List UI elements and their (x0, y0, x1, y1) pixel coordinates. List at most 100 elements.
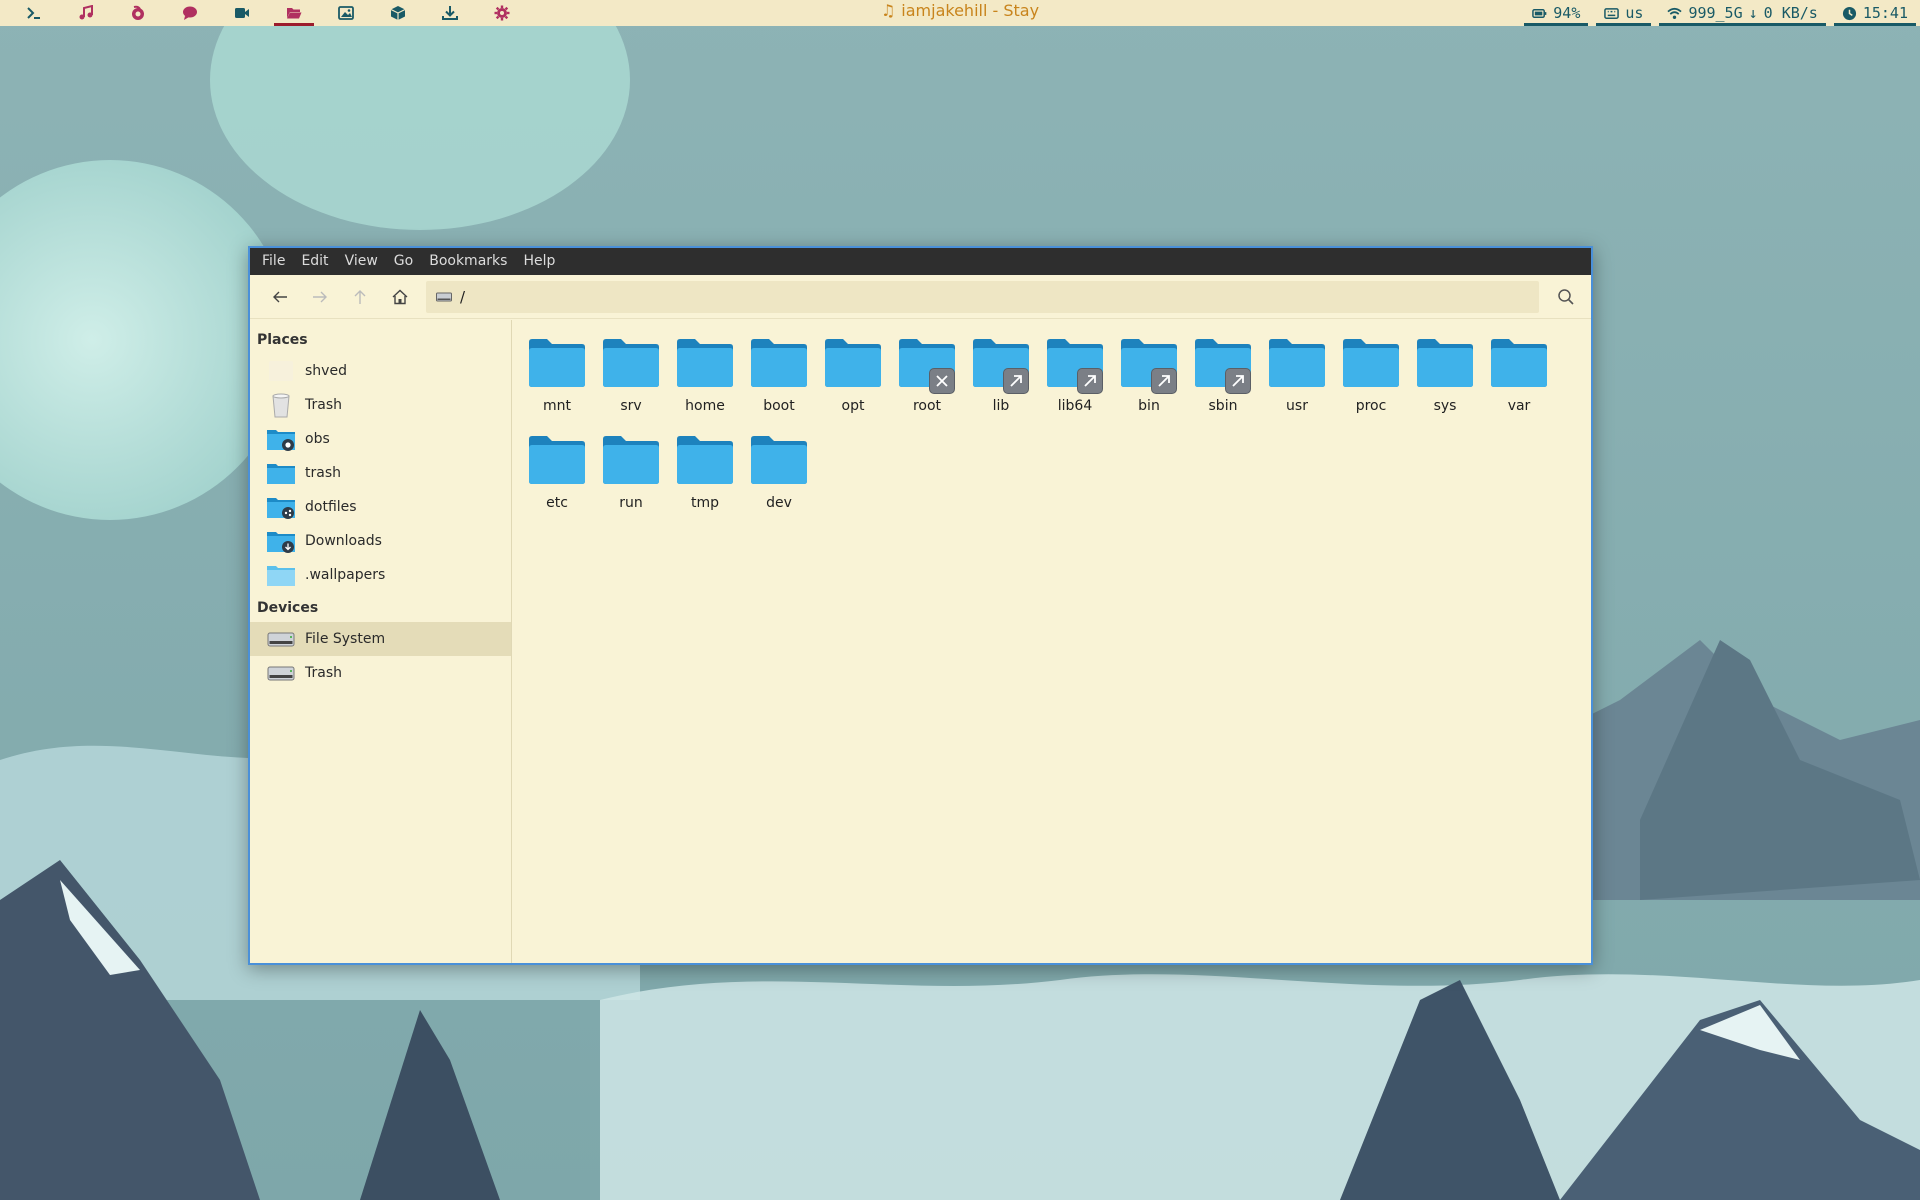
location-bar[interactable]: / (426, 280, 1539, 313)
file-icon (527, 433, 587, 487)
file-item-run[interactable]: run (594, 429, 668, 526)
file-label: usr (1286, 398, 1308, 414)
file-item-usr[interactable]: usr (1260, 332, 1334, 429)
keyboard-icon (1604, 7, 1620, 19)
music-note-icon: ♫ (880, 1, 896, 20)
files-launcher[interactable] (268, 0, 320, 26)
up-button[interactable] (340, 281, 380, 313)
download-launcher[interactable] (424, 0, 476, 26)
home-button[interactable] (380, 281, 420, 313)
package-launcher[interactable] (372, 0, 424, 26)
file-item-srv[interactable]: srv (594, 332, 668, 429)
search-button[interactable] (1549, 281, 1583, 313)
home-folder-icon (269, 361, 293, 381)
image-launcher[interactable] (320, 0, 372, 26)
trash-icon (272, 393, 290, 418)
location-path: / (460, 287, 466, 306)
menu-view[interactable]: View (337, 248, 386, 275)
menu-help[interactable]: Help (515, 248, 563, 275)
forward-button[interactable] (300, 281, 340, 313)
sidebar-item-label: Trash (305, 397, 342, 413)
sidebar-item-trash-device[interactable]: Trash (250, 656, 511, 690)
launcher-bar (8, 0, 528, 26)
file-item-var[interactable]: var (1482, 332, 1556, 429)
back-button[interactable] (260, 281, 300, 313)
sidebar-item-downloads[interactable]: Downloads (250, 524, 511, 558)
chat-launcher[interactable] (164, 0, 216, 26)
arrow-up-icon (354, 289, 366, 304)
folder-icon (677, 339, 733, 387)
video-icon (235, 8, 249, 18)
file-item-lib[interactable]: lib (964, 332, 1038, 429)
sidebar-item-dotfiles[interactable]: dotfiles (250, 490, 511, 524)
folder-icon (1269, 339, 1325, 387)
folder-icon (1343, 339, 1399, 387)
file-view: mnt srv home boot opt root lib lib64 bin sbin usr p… (512, 320, 1591, 963)
music-icon (79, 5, 93, 20)
file-label: lib64 (1057, 398, 1093, 414)
places-heading: Places (257, 332, 308, 348)
chat-icon (183, 6, 197, 20)
sidebar-item-obs[interactable]: obs (250, 422, 511, 456)
file-icon (749, 433, 809, 487)
file-item-proc[interactable]: proc (1334, 332, 1408, 429)
folder-icon (751, 339, 807, 387)
sidebar: Places shved Trash obs trash dotfiles Do… (250, 320, 512, 963)
file-item-opt[interactable]: opt (816, 332, 890, 429)
file-item-dev[interactable]: dev (742, 429, 816, 526)
file-item-sbin[interactable]: sbin (1186, 332, 1260, 429)
browser-launcher[interactable] (112, 0, 164, 26)
menu-go[interactable]: Go (386, 248, 421, 275)
file-item-tmp[interactable]: tmp (668, 429, 742, 526)
sidebar-item-label: dotfiles (305, 499, 357, 515)
menu-bookmarks[interactable]: Bookmarks (421, 248, 515, 275)
sidebar-item-file-system[interactable]: File System (250, 622, 511, 656)
file-item-boot[interactable]: boot (742, 332, 816, 429)
arrow-left-icon (273, 291, 287, 302)
folder-icon (825, 339, 881, 387)
file-label: proc (1355, 398, 1387, 414)
music-launcher[interactable] (60, 0, 112, 26)
file-label: var (1507, 398, 1531, 414)
file-icon (897, 336, 957, 394)
sidebar-item-shved[interactable]: shved (250, 354, 511, 388)
drive-icon (267, 666, 295, 681)
image-icon (338, 6, 354, 20)
top-panel: ♫ iamjakehill - Stay 94% us 999_5G ↓ 0 KB… (0, 0, 1920, 26)
settings-launcher[interactable] (476, 0, 528, 26)
file-item-sys[interactable]: sys (1408, 332, 1482, 429)
file-item-lib64[interactable]: lib64 (1038, 332, 1112, 429)
browser-icon (132, 5, 144, 20)
keyboard-module[interactable]: us (1592, 0, 1655, 26)
wifi-module[interactable]: 999_5G ↓ 0 KB/s (1655, 0, 1829, 26)
folder-icon (603, 339, 659, 387)
battery-module[interactable]: 94% (1520, 0, 1592, 26)
locked-emblem (929, 368, 955, 394)
unreadable-x-icon (936, 375, 948, 387)
file-item-home[interactable]: home (668, 332, 742, 429)
video-launcher[interactable] (216, 0, 268, 26)
sidebar-item-label: Trash (305, 665, 342, 681)
clock-module[interactable]: 15:41 (1830, 0, 1920, 26)
battery-level: 94% (1553, 4, 1581, 22)
sidebar-item-wallpapers[interactable]: .wallpapers (250, 558, 511, 592)
sidebar-item-label: .wallpapers (305, 567, 386, 583)
file-item-etc[interactable]: etc (520, 429, 594, 526)
symlink-emblem (1077, 368, 1103, 394)
symlink-emblem (1151, 368, 1177, 394)
file-icon (1489, 336, 1549, 390)
file-item-root[interactable]: root (890, 332, 964, 429)
symlink-emblem (1225, 368, 1251, 394)
sidebar-item-trash[interactable]: Trash (250, 388, 511, 422)
file-item-mnt[interactable]: mnt (520, 332, 594, 429)
package-icon (390, 6, 406, 20)
sidebar-item-trash-folder[interactable]: trash (250, 456, 511, 490)
file-label: sbin (1208, 398, 1238, 414)
symlink-emblem (1003, 368, 1029, 394)
file-item-bin[interactable]: bin (1112, 332, 1186, 429)
menu-edit[interactable]: Edit (293, 248, 336, 275)
arrow-down-icon: ↓ (1748, 4, 1758, 22)
menu-file[interactable]: File (254, 248, 293, 275)
folder-icon (1417, 339, 1473, 387)
terminal-launcher[interactable] (8, 0, 60, 26)
